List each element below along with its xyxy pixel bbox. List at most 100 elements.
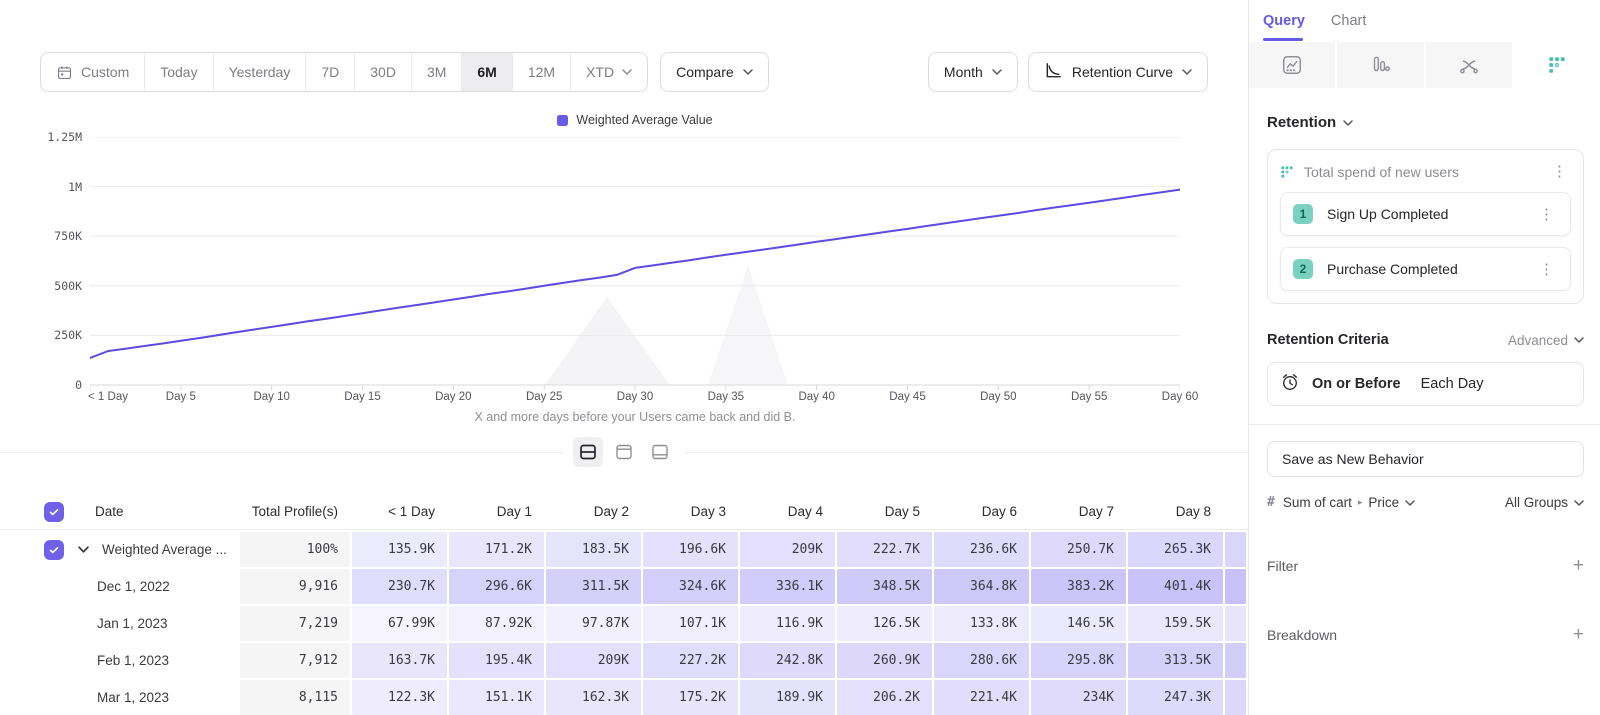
row-label: Feb 1, 2023 [97,643,169,678]
total-profiles-cell: 9,916 [240,569,350,604]
behavior-step-1[interactable]: 1 Sign Up Completed ⋮ [1280,192,1571,236]
retention-table: Date Total Profile(s)< 1 DayDay 1Day 2Da… [0,494,1248,715]
retention-value-cell: 296.6K [449,569,544,604]
behavior-step-2[interactable]: 2 Purchase Completed ⋮ [1280,247,1571,291]
range-7d[interactable]: 7D [306,53,355,91]
retention-value-cell: 364.8K [934,569,1029,604]
retention-value-cell: 209K [740,532,835,567]
chart-legend[interactable]: Weighted Average Value [90,113,1180,127]
retention-value-cell: 242.8K [740,643,835,678]
range-custom[interactable]: Custom [41,53,145,91]
expand-chevron-icon[interactable] [78,546,94,553]
all-groups-dropdown[interactable]: All Groups [1505,495,1584,510]
column-header[interactable]: Day 3 [643,494,738,529]
compare-label: Compare [676,64,734,80]
retention-value-cell: 295.8K [1031,643,1126,678]
insights-icon[interactable] [1249,42,1337,88]
column-header[interactable]: Day 1 [449,494,544,529]
watermark-triangle [545,297,670,385]
column-header[interactable]: < 1 Day [352,494,447,529]
tab-query[interactable]: Query [1263,13,1305,29]
range-label: Today [160,64,197,80]
retention-section-dropdown[interactable]: Retention [1267,114,1584,131]
behavior-card: Total spend of new users ⋮ 1 Sign Up Com… [1267,149,1584,304]
chevron-down-icon [992,69,1002,75]
range-6m[interactable]: 6M [462,53,512,91]
range-label: XTD [586,64,614,80]
add-breakdown-button[interactable]: + [1573,625,1584,644]
retention-value-cell: 324.6K [643,569,738,604]
column-header[interactable]: Day 2 [546,494,641,529]
calendar-icon [56,64,73,81]
retention-value-cell: 195.4K [449,643,544,678]
range-today[interactable]: Today [145,53,213,91]
retention-value-cell: 222.7K [837,532,932,567]
retention-curve-line [90,190,1180,358]
column-header[interactable]: Day 7 [1031,494,1126,529]
x-axis-tick-label: Day 40 [798,391,834,403]
retention-value-cell: 122.3K [352,680,447,715]
measure-property-dropdown[interactable]: Sum of cart ▸ Price [1283,495,1415,510]
range-yesterday[interactable]: Yesterday [214,53,307,91]
x-axis-tick-label: Day 45 [889,391,925,403]
partial-value-cell [1225,680,1246,715]
date-column-header[interactable]: Date [95,494,124,529]
advanced-dropdown[interactable]: Advanced [1508,333,1584,348]
kebab-menu-icon[interactable]: ⋮ [1548,162,1571,181]
column-header[interactable]: Day 4 [740,494,835,529]
range-xtd[interactable]: XTD [571,53,647,91]
add-filter-button[interactable]: + [1573,556,1584,575]
range-30d[interactable]: 30D [355,53,412,91]
retention-chart-plot[interactable] [90,137,1180,391]
tab-chart[interactable]: Chart [1331,13,1366,29]
column-header[interactable]: Total Profile(s) [240,494,350,529]
x-axis-tick-label: Day 55 [1071,391,1107,403]
table-row: Weighted Average ...100%135.9K171.2K183.… [0,532,1248,567]
flows-icon[interactable] [1426,42,1514,88]
x-axis-tick-label: < 1 Day [88,391,128,403]
funnels-icon[interactable] [1337,42,1425,88]
step-event-label: Purchase Completed [1327,261,1458,277]
measure-subproperty-label: Price [1368,495,1399,510]
chevron-down-icon [1182,69,1192,75]
kebab-menu-icon[interactable]: ⋮ [1535,205,1558,224]
chart-only-view-button[interactable] [609,437,639,467]
column-header[interactable]: Day 8 [1128,494,1223,529]
retention-value-cell: 87.92K [449,606,544,641]
measure-property-label: Sum of cart [1283,495,1352,510]
split-view-button[interactable] [573,437,603,467]
range-12m[interactable]: 12M [513,53,571,91]
retention-value-cell: 209K [546,643,641,678]
column-header[interactable]: Day 5 [837,494,932,529]
total-profiles-cell: 7,912 [240,643,350,678]
property-arrow-icon: ▸ [1358,497,1363,508]
range-label: 12M [528,64,555,80]
retention-value-cell: 133.8K [934,606,1029,641]
number-property-icon: # [1267,495,1275,510]
table-only-view-button[interactable] [645,437,675,467]
row-checkbox[interactable] [44,540,64,560]
compare-button[interactable]: Compare [660,52,769,92]
chevron-down-icon [1343,120,1353,126]
y-axis-tick-label: 500K [0,279,82,293]
partial-value-cell [1225,569,1246,604]
retention-value-cell: 336.1K [740,569,835,604]
y-axis: 0250K500K750K1M1.25M [0,137,82,385]
range-3m[interactable]: 3M [412,53,462,91]
chevron-down-icon [622,69,632,75]
retention-icon[interactable] [1514,42,1600,88]
retention-value-cell: 401.4K [1128,569,1223,604]
partial-value-cell [1225,532,1246,567]
column-header[interactable]: Day 6 [934,494,1029,529]
table-row: Mar 1, 20238,115122.3K151.1K162.3K175.2K… [0,680,1248,715]
active-tab-underline [1263,38,1303,41]
range-label: 7D [321,64,339,80]
retention-value-cell: 126.5K [837,606,932,641]
watermark-triangle [708,265,788,385]
save-as-new-behavior-button[interactable]: Save as New Behavior [1267,441,1584,477]
kebab-menu-icon[interactable]: ⋮ [1535,260,1558,279]
chart-type-dropdown[interactable]: Retention Curve [1028,52,1208,92]
select-all-checkbox[interactable] [44,502,64,522]
granularity-dropdown[interactable]: Month [928,52,1018,92]
retention-timing-selector[interactable]: On or Before Each Day [1267,362,1584,406]
